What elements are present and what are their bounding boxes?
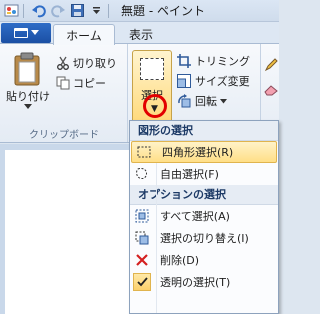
menu-item-label: 自由選択(F) xyxy=(160,168,219,181)
resize-label: サイズ変更 xyxy=(195,75,250,88)
shape-selection-header: 図形の選択 xyxy=(130,121,278,141)
paste-button[interactable]: 貼り付け xyxy=(6,52,50,112)
crop-label: トリミング xyxy=(195,55,250,68)
tab-home[interactable]: ホーム xyxy=(53,24,115,45)
rotate-icon xyxy=(176,94,192,108)
select-dropdown-arrow-icon[interactable]: ▼ xyxy=(151,104,158,114)
rotate-label: 回転 xyxy=(195,95,217,108)
free-form-select-icon xyxy=(130,163,154,185)
copy-label: コピー xyxy=(73,77,106,90)
clipboard-icon xyxy=(14,52,40,86)
menu-item-label: 削除(D) xyxy=(160,254,200,267)
undo-icon[interactable] xyxy=(31,3,47,19)
paste-label: 貼り付け xyxy=(6,90,50,103)
menu-item-label: 選択の切り替え(I) xyxy=(160,232,249,245)
save-icon[interactable] xyxy=(69,3,85,19)
menu-item-transparent-selection[interactable]: 透明の選択(T) xyxy=(130,271,278,293)
select-all-icon xyxy=(130,205,154,227)
rectangle-select-icon xyxy=(132,141,156,163)
drawing-canvas[interactable] xyxy=(5,150,135,314)
crop-button[interactable]: トリミング xyxy=(176,52,250,70)
copy-icon xyxy=(56,76,70,90)
checkmark-icon xyxy=(133,273,151,291)
paint-app-icon[interactable] xyxy=(3,3,19,19)
menu-item-label: 四角形選択(R) xyxy=(162,146,234,159)
selection-options-header: オプションの選択 xyxy=(130,185,278,205)
crop-icon xyxy=(176,54,192,68)
selection-rectangle-icon xyxy=(140,58,164,80)
ribbon-tab-strip: ホーム 表示 xyxy=(0,22,279,45)
copy-button[interactable]: コピー xyxy=(56,74,106,92)
resize-button[interactable]: サイズ変更 xyxy=(176,72,250,90)
title-bar: 無題 - ペイント xyxy=(0,0,279,22)
menu-item-label: 透明の選択(T) xyxy=(160,276,231,289)
rotate-button[interactable]: 回転 xyxy=(176,92,227,110)
select-dropdown-menu: 図形の選択 四角形選択(R) 自由選択(F) オプションの選択 すべて選択(A)… xyxy=(129,120,279,314)
resize-icon xyxy=(176,74,192,88)
scissors-icon xyxy=(56,56,70,70)
menu-item-invert-selection[interactable]: 選択の切り替え(I) xyxy=(130,227,278,249)
clipboard-group: 貼り付け 切り取り コピー クリップボード xyxy=(0,44,128,142)
menu-item-rectangle-select[interactable]: 四角形選択(R) xyxy=(131,141,277,163)
chevron-down-icon xyxy=(24,104,32,109)
menu-item-select-all[interactable]: すべて選択(A) xyxy=(130,205,278,227)
chevron-down-icon xyxy=(220,98,227,103)
cut-button[interactable]: 切り取り xyxy=(56,54,117,72)
delete-icon xyxy=(130,249,154,271)
cut-label: 切り取り xyxy=(73,57,117,70)
redo-icon[interactable] xyxy=(50,3,66,19)
file-menu-button[interactable] xyxy=(1,23,51,43)
pencil-icon[interactable] xyxy=(264,58,278,75)
menu-item-delete[interactable]: 削除(D) xyxy=(130,249,278,271)
chevron-down-icon xyxy=(30,30,39,35)
eraser-icon[interactable] xyxy=(264,84,278,99)
invert-selection-icon xyxy=(130,227,154,249)
toolbar-separator xyxy=(23,3,24,18)
clipboard-group-label: クリップボード xyxy=(29,130,99,141)
customize-arrow-icon[interactable] xyxy=(88,3,104,19)
menu-item-free-form-select[interactable]: 自由選択(F) xyxy=(130,163,278,185)
menu-item-label: すべて選択(A) xyxy=(160,210,230,223)
tab-view[interactable]: 表示 xyxy=(118,24,164,45)
menu-icon xyxy=(13,28,28,38)
window-title: 無題 - ペイント xyxy=(121,4,205,18)
toolbar-separator xyxy=(108,3,109,18)
